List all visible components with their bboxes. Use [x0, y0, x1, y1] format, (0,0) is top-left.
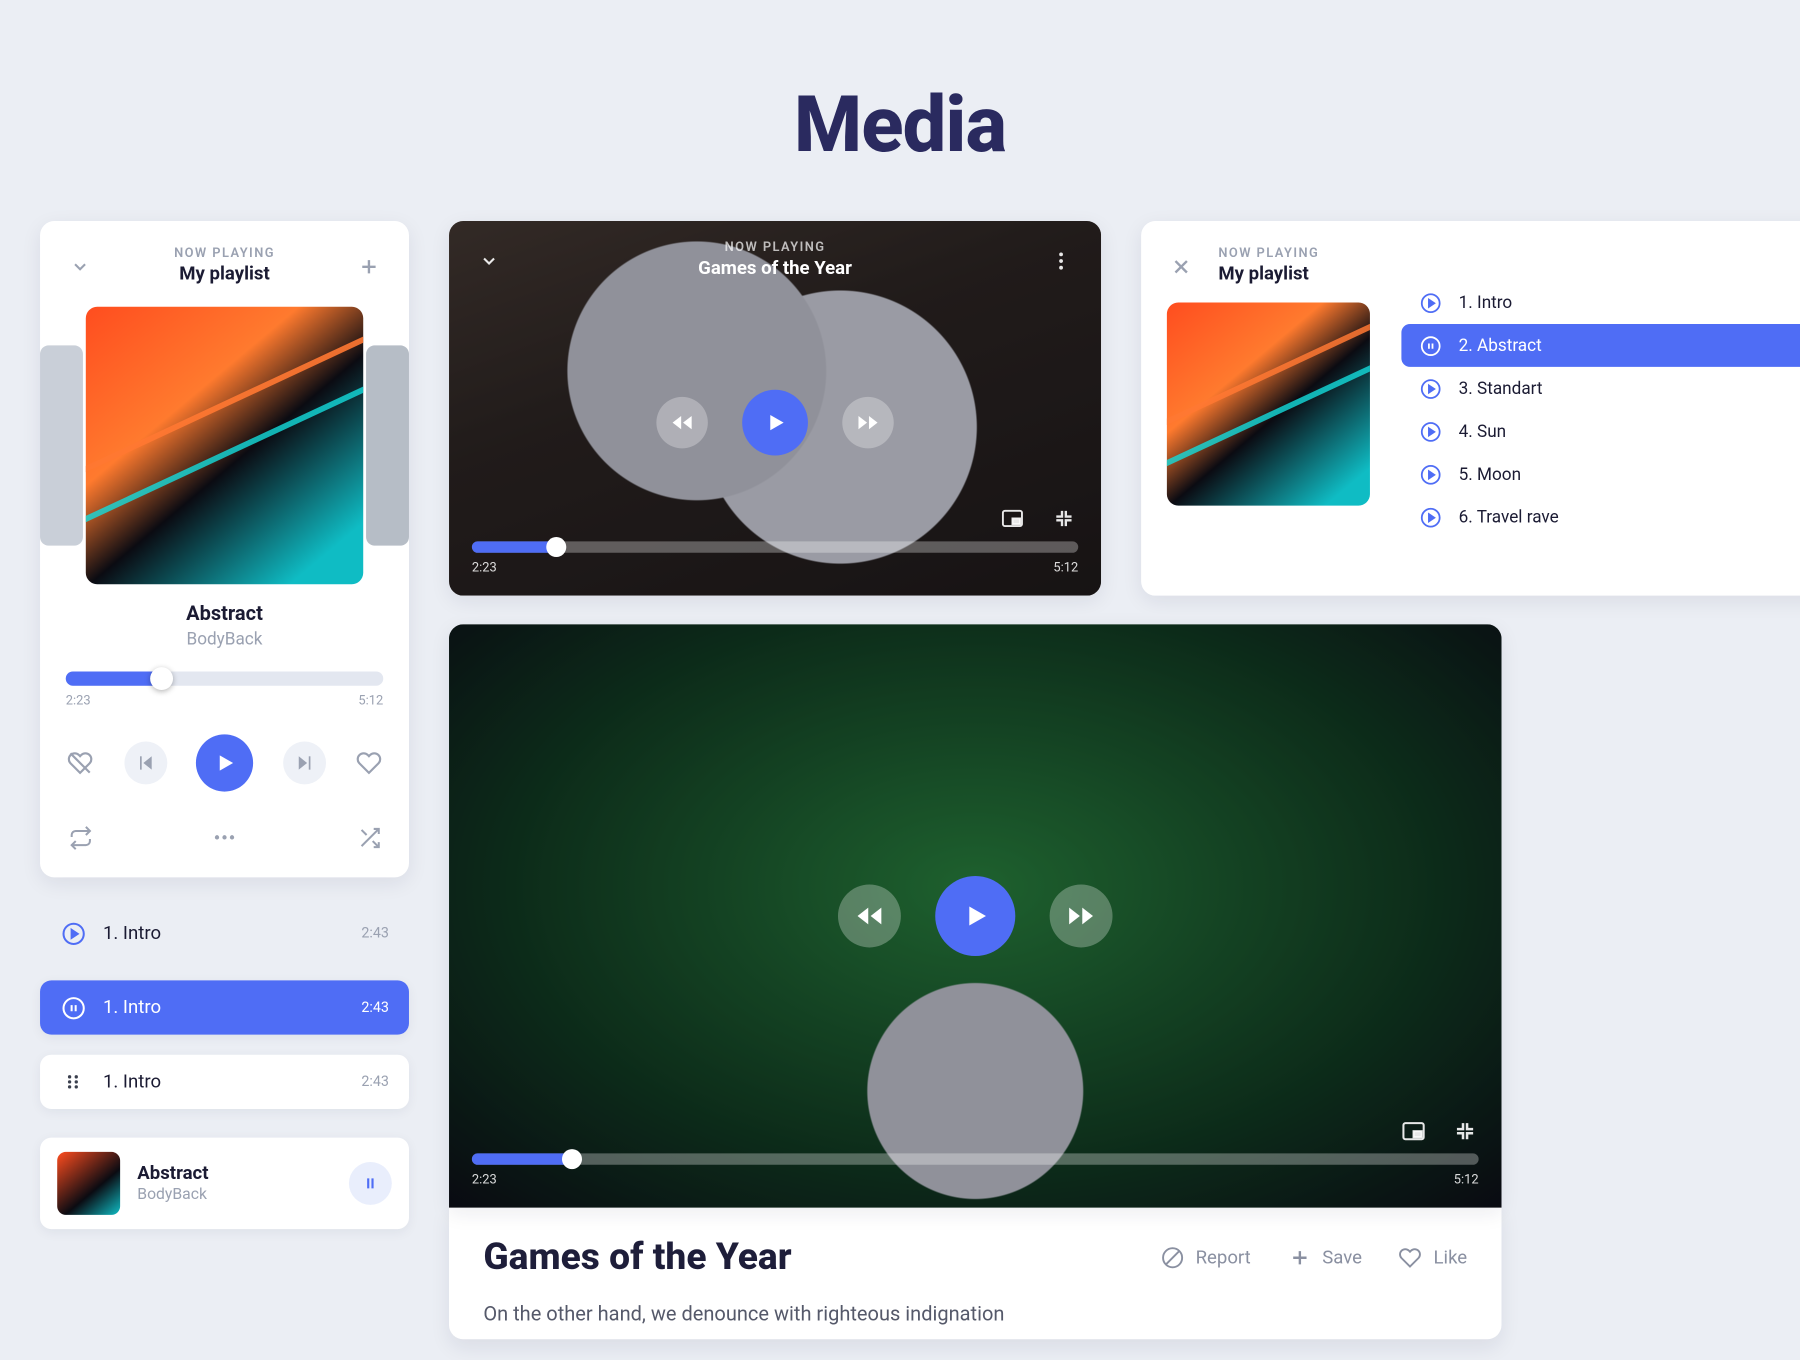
video-progress[interactable] [472, 541, 1078, 552]
cover-carousel[interactable] [66, 305, 383, 585]
next-track-button[interactable] [282, 742, 325, 785]
article-card: Games of the Year Report Save Like [449, 1205, 1501, 1340]
total-time: 5:12 [1454, 1173, 1479, 1187]
artist-bar[interactable]: Abstract BodyBack [40, 1138, 409, 1230]
page-title: Media [0, 0, 1800, 221]
video-player-large: 2:23 5:12 [449, 624, 1501, 1207]
play-icon [1419, 506, 1442, 529]
progress-bar[interactable] [66, 671, 383, 685]
more-button[interactable] [210, 823, 239, 852]
track-label: 3. Standart [1459, 378, 1543, 398]
track-label: 1. Intro [103, 1071, 161, 1092]
playlist-row[interactable]: 6. Travel rave2:43 [1401, 496, 1800, 539]
next-cover-peek [366, 345, 409, 545]
video-title: Games of the Year [503, 258, 1046, 279]
track-label: 4. Sun [1459, 421, 1507, 441]
track-title: Abstract [66, 603, 383, 626]
play-button[interactable] [196, 734, 253, 791]
collapse-button[interactable] [475, 246, 504, 275]
video-player-small: NOW PLAYING Games of the Year [449, 221, 1101, 596]
playlist-cover [1167, 303, 1370, 506]
play-icon [1419, 291, 1442, 314]
track-duration: 2:43 [361, 1074, 389, 1090]
fullscreen-exit-button[interactable] [1050, 504, 1079, 533]
album-cover [86, 307, 363, 584]
track-label: 1. Intro [103, 997, 161, 1018]
save-button[interactable]: Save [1288, 1246, 1362, 1269]
total-time: 5:12 [358, 694, 383, 708]
elapsed-time: 2:23 [472, 1173, 497, 1187]
track-label: 2. Abstract [1459, 335, 1542, 355]
total-time: 5:12 [1053, 561, 1078, 575]
like-button[interactable]: Like [1399, 1246, 1467, 1269]
repeat-button[interactable] [66, 823, 95, 852]
bar-artist: BodyBack [137, 1185, 349, 1204]
playlist-row[interactable]: 3. Standart2:43 [1401, 367, 1800, 410]
bar-title: Abstract [137, 1163, 349, 1184]
dislike-button[interactable] [66, 749, 95, 778]
pip-button[interactable] [998, 504, 1027, 533]
collapse-button[interactable] [66, 252, 95, 281]
pause-icon [60, 995, 86, 1021]
report-label: Report [1196, 1247, 1251, 1268]
now-playing-label: NOW PLAYING [94, 247, 354, 261]
track-item-drag[interactable]: 1. Intro 2:43 [40, 1055, 409, 1109]
drag-handle-icon[interactable] [60, 1069, 86, 1095]
track-thumbnail [57, 1152, 120, 1215]
playlist-row[interactable]: 2. Abstract5:12 [1401, 324, 1800, 367]
play-button[interactable] [742, 390, 808, 456]
track-label: 5. Moon [1459, 464, 1521, 484]
track-item[interactable]: 1. Intro 2:43 [40, 906, 409, 960]
video-progress[interactable] [472, 1153, 1479, 1164]
now-playing-label: NOW PLAYING [503, 241, 1046, 255]
play-icon [60, 920, 86, 946]
playlist-row[interactable]: 1. Intro2:43 [1401, 281, 1800, 324]
save-label: Save [1322, 1247, 1362, 1268]
more-button[interactable] [1047, 246, 1076, 275]
track-label: 6. Travel rave [1459, 507, 1559, 527]
fullscreen-exit-button[interactable] [1450, 1116, 1479, 1145]
track-duration: 2:43 [361, 925, 389, 941]
mini-player-card: NOW PLAYING My playlist Abstract BodyBac… [40, 221, 409, 877]
pip-button[interactable] [1399, 1116, 1428, 1145]
elapsed-time: 2:23 [66, 694, 91, 708]
like-label: Like [1434, 1247, 1468, 1268]
play-icon [1419, 463, 1442, 486]
play-icon [1419, 420, 1442, 443]
elapsed-time: 2:23 [472, 561, 497, 575]
track-label: 1. Intro [103, 922, 161, 943]
report-button[interactable]: Report [1161, 1246, 1251, 1269]
track-label: 1. Intro [1459, 293, 1513, 313]
close-button[interactable] [1167, 252, 1196, 281]
prev-track-button[interactable] [124, 742, 167, 785]
article-title: Games of the Year [483, 1236, 791, 1279]
track-artist: BodyBack [66, 629, 383, 649]
now-playing-label: NOW PLAYING [1218, 247, 1319, 261]
like-button[interactable] [355, 749, 384, 778]
playlist-row[interactable]: 5. Moon2:43 [1401, 453, 1800, 496]
playlist-title: My playlist [1218, 264, 1319, 285]
forward-button[interactable] [842, 397, 893, 448]
shuffle-button[interactable] [355, 823, 384, 852]
forward-button[interactable] [1050, 885, 1113, 948]
pause-icon [1419, 334, 1442, 357]
playlist-card: NOW PLAYING My playlist 1. Intro2:432. A… [1141, 221, 1800, 596]
track-duration: 2:43 [361, 1000, 389, 1016]
prev-cover-peek [40, 345, 83, 545]
play-button[interactable] [935, 876, 1015, 956]
play-icon [1419, 377, 1442, 400]
track-item-active[interactable]: 1. Intro 2:43 [40, 980, 409, 1034]
playlist-title: My playlist [94, 264, 354, 285]
playlist-row[interactable]: 4. Sun2:43 [1401, 410, 1800, 453]
rewind-button[interactable] [656, 397, 707, 448]
rewind-button[interactable] [838, 885, 901, 948]
article-body: On the other hand, we denounce with righ… [483, 1299, 1467, 1331]
pause-button[interactable] [349, 1162, 392, 1205]
add-button[interactable] [355, 252, 384, 281]
